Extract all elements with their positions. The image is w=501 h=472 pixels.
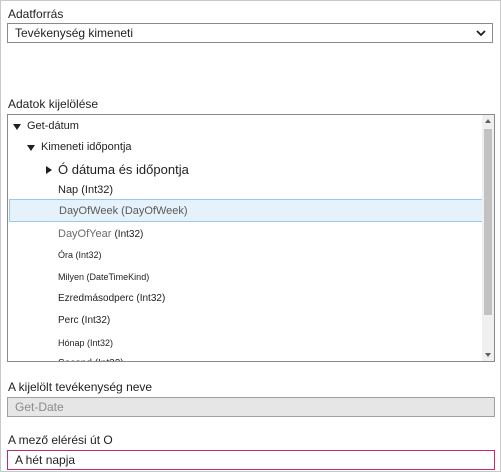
data-source-dropdown[interactable]: Tevékenység kimeneti (7, 23, 493, 43)
tree-leaf-type: (Int32) (114, 229, 144, 240)
scroll-up-icon[interactable] (485, 119, 491, 123)
caret-right-icon (46, 166, 52, 174)
data-source-value: Tevékenység kimeneti (15, 26, 134, 40)
data-source-label: Adatforrás (8, 7, 64, 21)
data-tree[interactable]: Get-dátum Kimeneti időpontja Ó dátuma és… (7, 114, 495, 362)
field-path-input[interactable]: A hét napja (7, 450, 495, 470)
caret-down-icon (13, 124, 21, 130)
scroll-thumb[interactable] (484, 129, 492, 315)
tree-leaf-type: (DayOfWeek) (121, 205, 188, 217)
tree-leaf-dayofweek[interactable]: DayOfWeek (DayOfWeek) (9, 199, 483, 222)
data-select-label: Adatok kijelölése (8, 97, 99, 111)
chevron-down-icon (476, 30, 486, 37)
activity-name-label: A kijelölt tevékenység neve (8, 380, 153, 394)
activity-name-field: Get-Date (7, 397, 495, 417)
caret-down-icon (27, 145, 35, 151)
activity-output-panel: Adatforrás Tevékenység kimeneti Adatok k… (0, 0, 501, 472)
tree-leaf-label: DayOfYear (58, 228, 112, 240)
field-path-label: A mező elérési út O (8, 433, 113, 447)
tree-leaf-label: DayOfWeek (59, 205, 119, 217)
tree-scrollbar[interactable] (482, 115, 494, 361)
scroll-down-icon[interactable] (485, 353, 491, 357)
